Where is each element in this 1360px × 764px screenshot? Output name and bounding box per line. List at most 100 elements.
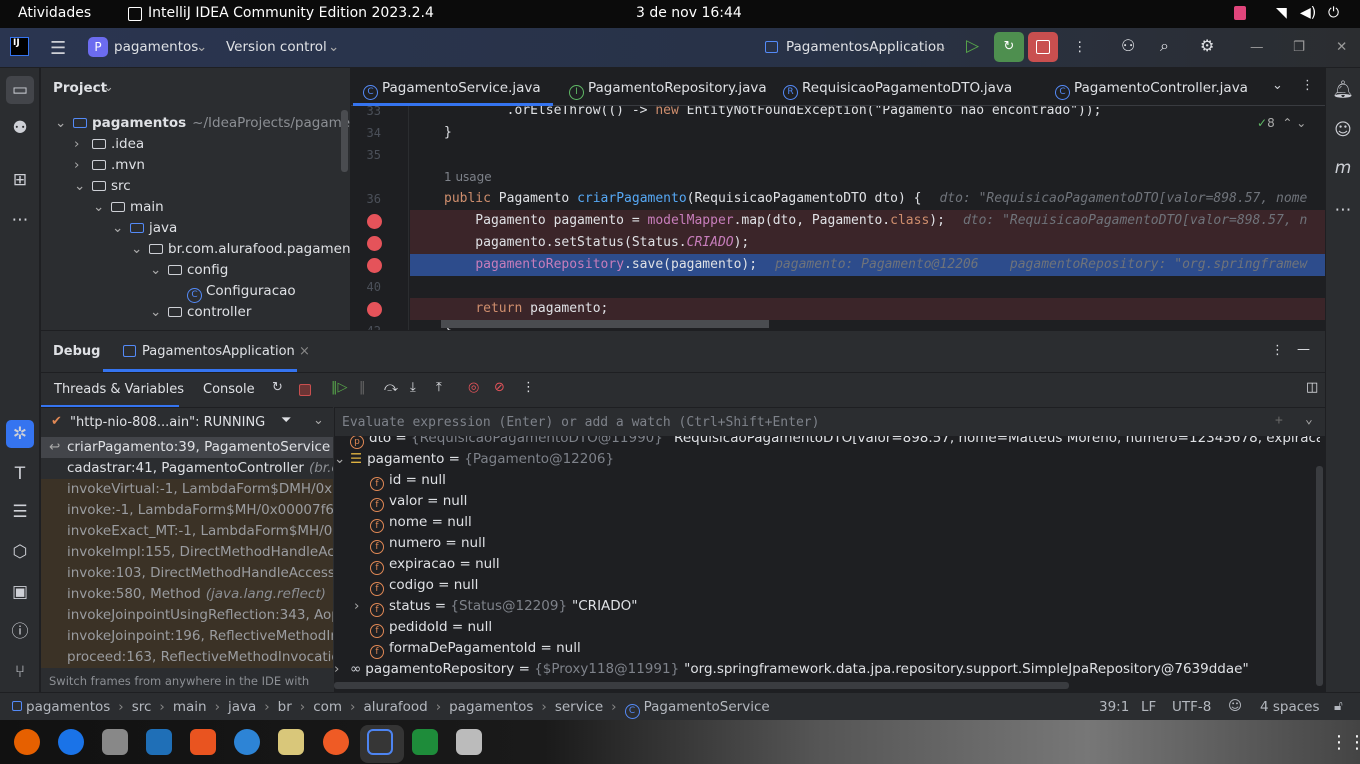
project-selector[interactable]: pagamentos xyxy=(114,39,198,55)
services-icon[interactable]: ☰ xyxy=(8,500,32,524)
more-icon[interactable]: ⋮ xyxy=(522,380,535,395)
variable-numero[interactable]: f numero = null xyxy=(370,533,486,554)
tab-requisicaopagamentodto[interactable]: R RequisicaoPagamentoDTO.java xyxy=(783,68,1012,106)
chevron-down-icon[interactable]: ⌄ xyxy=(150,260,168,281)
files-icon[interactable] xyxy=(102,729,128,755)
variable-expiracao[interactable]: f expiracao = null xyxy=(370,554,500,575)
chevron-right-icon[interactable]: › xyxy=(334,659,339,680)
gear-icon[interactable]: ⚙ xyxy=(1200,36,1214,55)
pause-icon[interactable]: ‖ xyxy=(359,380,366,395)
wifi-icon[interactable]: ◥ xyxy=(1276,5,1287,21)
chevron-down-icon[interactable]: ⌄ xyxy=(1305,412,1313,427)
usage-hint[interactable]: 1 usage xyxy=(410,166,1325,188)
thread-selector[interactable]: ✔ "http-nio-808...ain": RUNNING ⏷ ⌄ xyxy=(41,407,333,437)
tab-threads-variables[interactable]: Threads & Variables xyxy=(54,382,184,397)
run-icon[interactable]: ▷ xyxy=(966,36,979,56)
tab-pagamentocontroller[interactable]: C PagamentoController.java xyxy=(1055,68,1248,106)
inspection-widget[interactable]: ✓8 ⌃ ⌄ xyxy=(1257,116,1306,130)
tabs-dropdown-icon[interactable]: ⌄ xyxy=(1272,78,1283,93)
usages-link[interactable]: 1 usage xyxy=(444,170,492,184)
breadcrumb-item[interactable]: PagamentoService xyxy=(644,699,770,715)
project-panel-title[interactable]: Project xyxy=(53,80,107,96)
activities-button[interactable]: Atividades xyxy=(18,5,91,21)
tree-item[interactable]: › .idea xyxy=(74,134,144,155)
thunderbird-icon[interactable] xyxy=(58,729,84,755)
clock[interactable]: 3 de nov 16:44 xyxy=(636,5,742,21)
code-line[interactable]: .orElseThrow(() -> new EntityNotFoundExc… xyxy=(410,106,1325,122)
intellij-icon[interactable] xyxy=(360,725,404,763)
breakpoint-icon[interactable] xyxy=(367,236,382,251)
tab-console[interactable]: Console xyxy=(203,382,255,397)
code-line[interactable] xyxy=(410,276,1325,298)
stack-frame[interactable]: invokeImpl:155, DirectMethodHandleAcces xyxy=(41,542,333,563)
mute-breakpoints-icon[interactable]: ⊘ xyxy=(494,380,505,395)
help-icon[interactable] xyxy=(234,729,260,755)
breadcrumb-item[interactable]: service xyxy=(555,699,603,715)
more-icon[interactable]: ⋮ xyxy=(1271,343,1284,358)
minimize-icon[interactable]: — xyxy=(1250,39,1264,55)
hide-panel-icon[interactable]: — xyxy=(1297,342,1310,357)
caret-position[interactable]: 39:1 xyxy=(1099,699,1129,715)
maximize-icon[interactable]: ❐ xyxy=(1293,39,1305,55)
rerun-icon[interactable]: ↻ xyxy=(272,380,283,395)
calc-icon[interactable] xyxy=(412,729,438,755)
maven-icon[interactable]: m xyxy=(1331,156,1355,180)
terminal-icon[interactable]: ▣ xyxy=(8,580,32,604)
chevron-down-icon[interactable]: ⌄ xyxy=(74,176,92,197)
more-tools-icon[interactable]: ⋯ xyxy=(8,208,32,232)
run-config-selector[interactable]: PagamentosApplication xyxy=(786,39,945,55)
step-into-icon[interactable]: ⤓ xyxy=(410,380,416,395)
filter-icon[interactable]: ⏷ xyxy=(281,413,291,428)
code-line[interactable] xyxy=(410,144,1325,166)
file-encoding[interactable]: UTF-8 xyxy=(1172,699,1211,715)
breakpoint-icon[interactable] xyxy=(367,302,382,317)
variable-status[interactable]: › f status = {Status@12209} "CRIADO" xyxy=(354,596,638,617)
stack-frame[interactable]: invoke:103, DirectMethodHandleAccessor xyxy=(41,563,333,584)
run-icon[interactable]: ⬡ xyxy=(8,540,32,564)
problems-icon[interactable]: ⓘ xyxy=(8,620,32,644)
close-icon[interactable]: ✕ xyxy=(1336,39,1347,55)
stack-frame[interactable]: invokeJoinpoint:196, ReflectiveMethodInv… xyxy=(41,626,333,647)
code-line[interactable]: public Pagamento criarPagamento(Requisic… xyxy=(410,188,1325,210)
chevron-right-icon[interactable]: › xyxy=(354,596,359,617)
horizontal-scrollbar[interactable] xyxy=(441,320,769,328)
vertical-scrollbar[interactable] xyxy=(341,110,348,172)
add-user-icon[interactable]: ⚇ xyxy=(1121,36,1135,55)
tabs-more-icon[interactable]: ⋮ xyxy=(1301,78,1314,93)
code-line[interactable]: Pagamento pagamento = modelMapper.map(dt… xyxy=(410,210,1325,232)
lock-icon[interactable]: 🔓︎ xyxy=(1334,698,1343,714)
more-icon[interactable]: ⋯ xyxy=(1331,198,1355,222)
tab-pagamentoservice[interactable]: C PagamentoService.java xyxy=(353,68,553,106)
more-icon[interactable]: ⋮ xyxy=(1073,39,1087,55)
version-control-menu[interactable]: Version control xyxy=(226,39,327,55)
variable-valor[interactable]: f valor = null xyxy=(370,491,467,512)
breadcrumb-item[interactable]: pagamentos xyxy=(449,699,533,715)
variable-nome[interactable]: f nome = null xyxy=(370,512,472,533)
breakpoint-icon[interactable] xyxy=(367,214,382,229)
resume-icon[interactable]: ‖▷ xyxy=(331,380,348,395)
tree-item[interactable]: ⌄ config xyxy=(150,260,228,281)
tree-item[interactable]: ⌄ java xyxy=(112,218,177,239)
add-watch-icon[interactable]: + xyxy=(1275,413,1283,428)
postman-icon[interactable] xyxy=(323,729,349,755)
structure-icon[interactable]: ⊞ xyxy=(8,168,32,192)
copilot-icon[interactable]: ☺ xyxy=(1331,118,1355,142)
view-breakpoints-icon[interactable]: ◎ xyxy=(468,380,479,395)
line-separator[interactable]: LF xyxy=(1141,699,1156,715)
copilot-icon[interactable]: ☺ xyxy=(1228,698,1242,714)
stack-frame[interactable]: ↩criarPagamento:39, PagamentoService(br. xyxy=(41,437,333,458)
stack-frame[interactable]: invokeVirtual:-1, LambdaForm$DMH/0x000 xyxy=(41,479,333,500)
breadcrumb-item[interactable]: src xyxy=(132,699,152,715)
variable-pagamentoRepository[interactable]: › ∞ pagamentoRepository = {$Proxy118@11991… xyxy=(334,659,1249,680)
variable-pagamento[interactable]: ⌄ ☰ pagamento = {Pagamento@12206} xyxy=(334,449,619,470)
debug-bug-icon[interactable]: ✲ xyxy=(6,420,34,448)
main-menu-icon[interactable]: ☰ xyxy=(50,38,66,59)
variable-id[interactable]: f id = null xyxy=(370,470,446,491)
ai-assistant-icon[interactable]: ⚉ xyxy=(8,116,32,140)
tree-item[interactable]: ⌄ src xyxy=(74,176,131,197)
chevron-down-icon[interactable]: ⌄ xyxy=(131,239,149,260)
stack-frame[interactable]: invoke:-1, LambdaForm$MH/0x00007f6bb8 xyxy=(41,500,333,521)
app-grid-icon[interactable]: ⋮⋮ xyxy=(1330,732,1360,753)
search-icon[interactable]: ⌕ xyxy=(1160,36,1169,56)
stack-frame[interactable]: invokeExact_MT:-1, LambdaForm$MH/0x00 xyxy=(41,521,333,542)
